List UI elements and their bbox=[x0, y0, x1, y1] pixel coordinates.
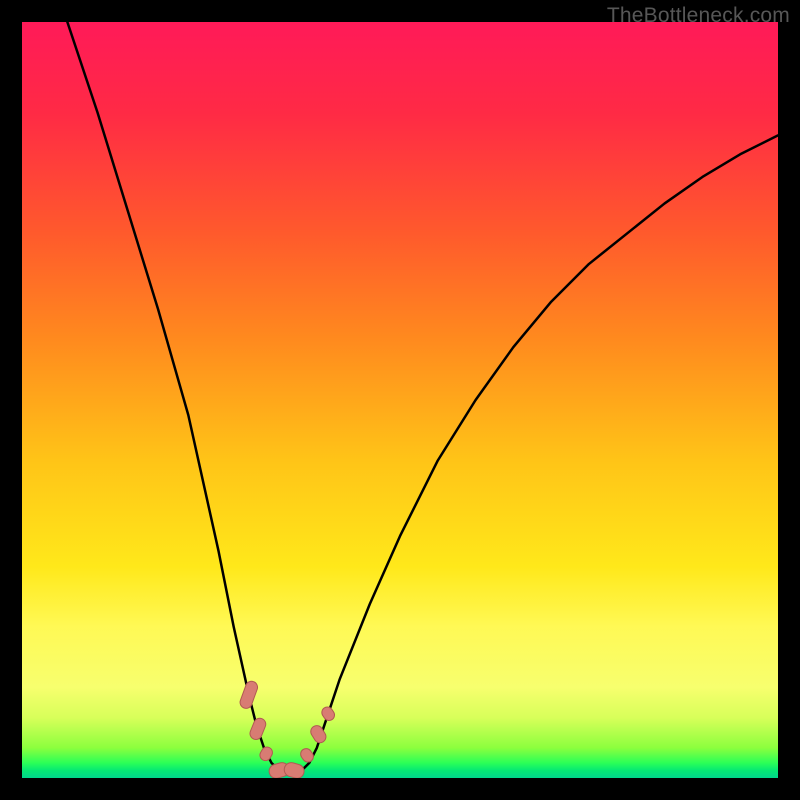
curve-marker bbox=[238, 680, 259, 710]
chart-frame: TheBottleneck.com bbox=[0, 0, 800, 800]
curve-marker bbox=[308, 723, 328, 745]
curve-path bbox=[67, 22, 778, 770]
curve-marker bbox=[258, 745, 275, 763]
chart-plot-area bbox=[22, 22, 778, 778]
chart-svg bbox=[22, 22, 778, 778]
curve-marker bbox=[248, 716, 267, 741]
curve-marker bbox=[320, 705, 337, 723]
curve-marker bbox=[298, 746, 315, 764]
watermark-text: TheBottleneck.com bbox=[607, 4, 790, 28]
